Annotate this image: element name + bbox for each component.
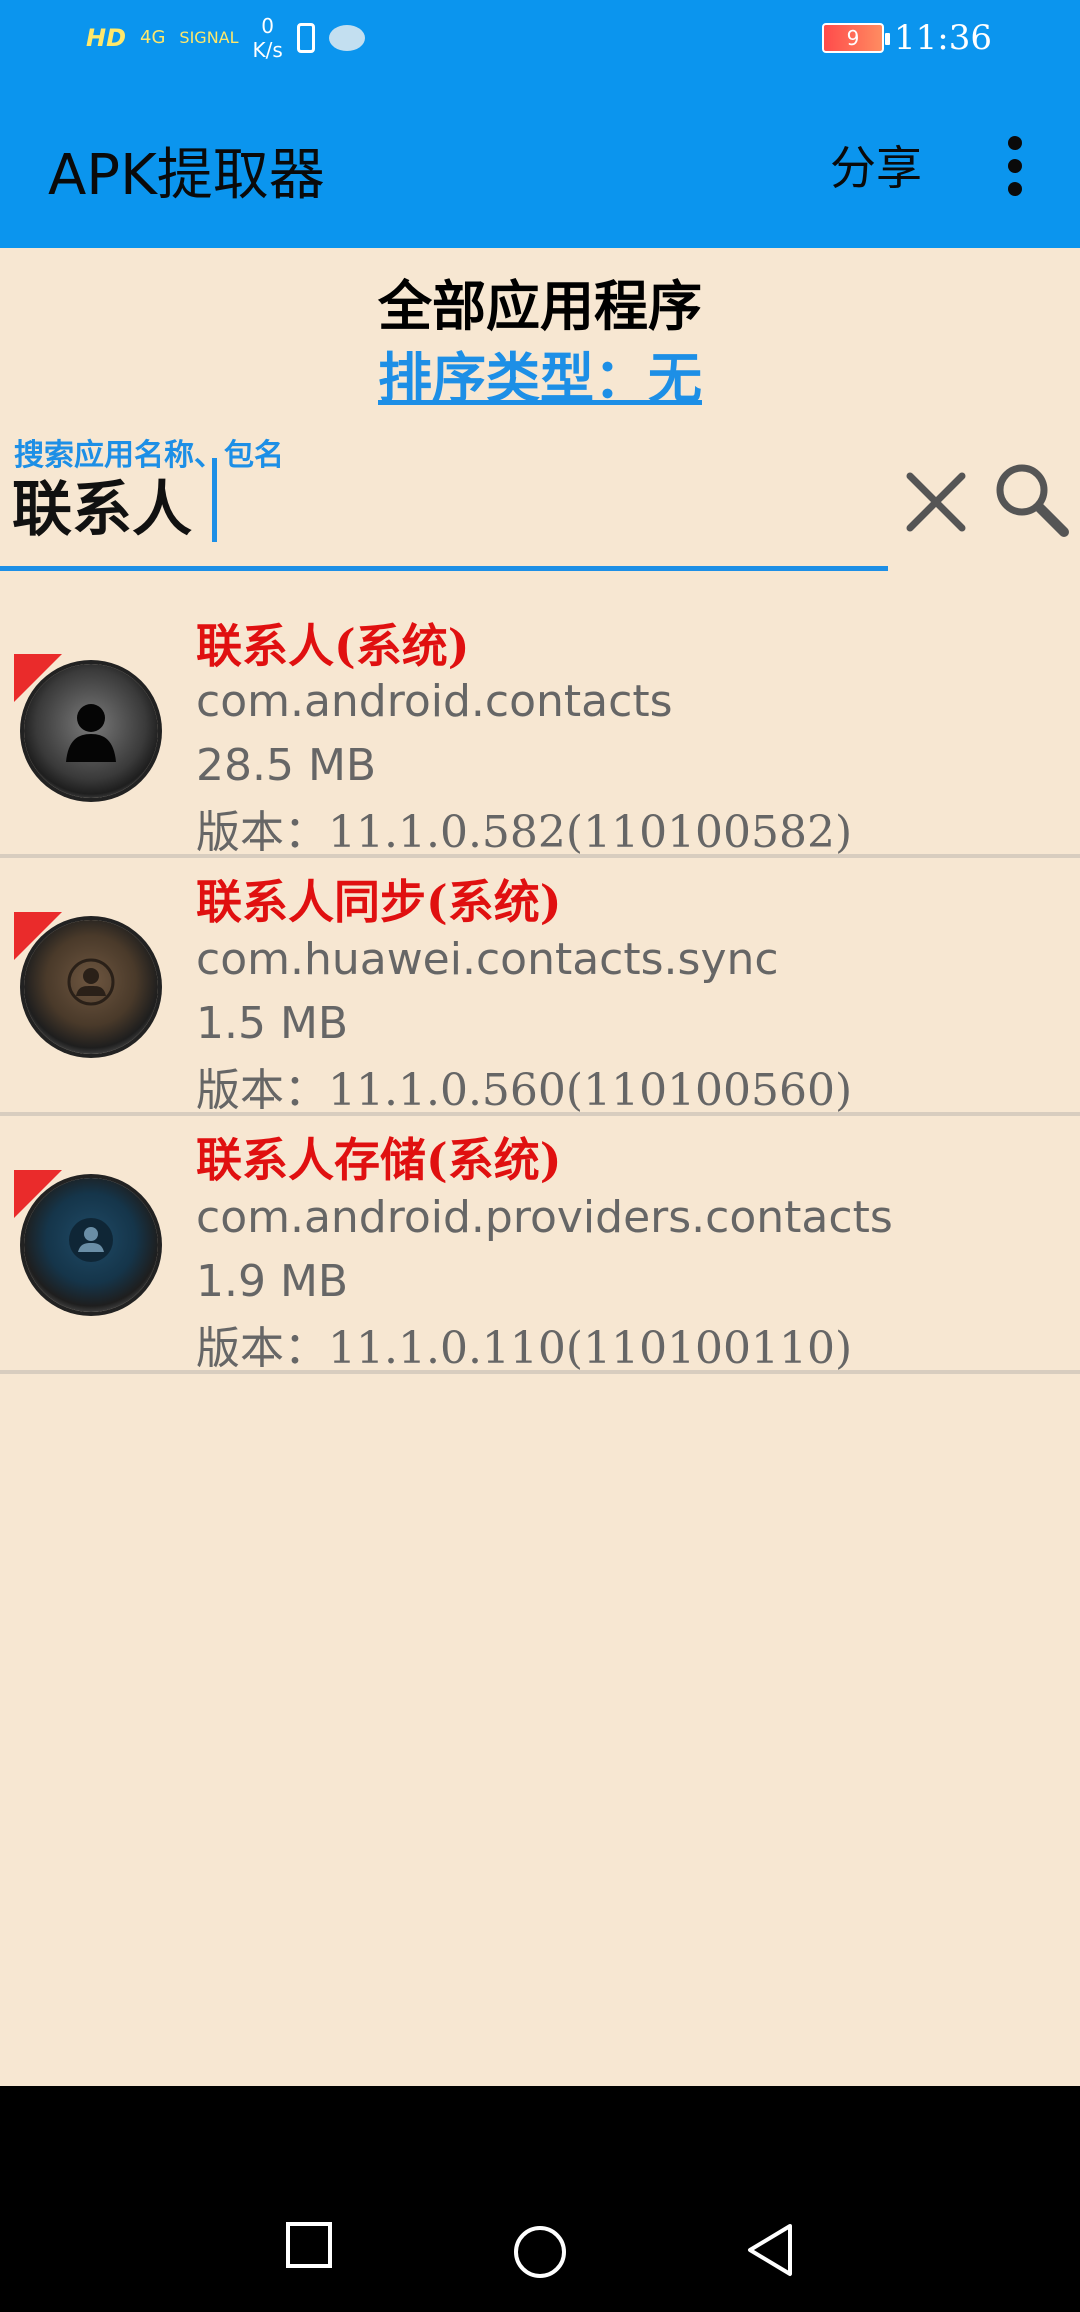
search-icon[interactable] <box>990 458 1070 538</box>
app-version: 版本：11.1.0.560(110100560) <box>196 1065 853 1116</box>
contacts-storage-app-icon <box>24 1178 158 1312</box>
triangle-back-icon[interactable] <box>744 2222 796 2278</box>
person-icon <box>69 1218 113 1262</box>
app-package: com.android.providers.contacts <box>196 1192 893 1243</box>
network-speed: 0 K/s <box>253 14 283 62</box>
network-speed-unit: K/s <box>252 38 283 62</box>
clock: 11:36 <box>894 18 992 58</box>
search-underline <box>0 566 888 571</box>
more-vert-icon[interactable] <box>1000 136 1030 196</box>
person-icon <box>66 704 116 762</box>
app-list-item[interactable]: 联系人存储(系统) com.android.providers.contacts… <box>0 1116 1080 1374</box>
signal-indicator: SIGNAL <box>179 28 239 47</box>
app-name: 联系人(系统) <box>196 619 470 673</box>
app-size: 1.9 MB <box>196 1256 349 1307</box>
phone-icon <box>296 23 315 53</box>
app-package: com.huawei.contacts.sync <box>196 934 779 985</box>
network-speed-value: 0 <box>261 14 275 38</box>
app-title: APK提取器 <box>48 143 325 208</box>
app-size: 28.5 MB <box>196 740 377 791</box>
hd-indicator: HD <box>86 24 127 52</box>
person-icon <box>67 958 115 1006</box>
battery-indicator: 9 <box>822 23 891 53</box>
network-type: 4G <box>140 27 166 48</box>
app-version: 版本：11.1.0.582(110100582) <box>196 807 853 858</box>
sort-type-link[interactable]: 排序类型：无 <box>0 334 1080 413</box>
wechat-icon <box>328 25 365 51</box>
square-icon[interactable] <box>284 2220 334 2270</box>
share-button[interactable]: 分享 <box>830 132 922 198</box>
app-list-item[interactable]: 联系人(系统) com.android.contacts 28.5 MB 版本：… <box>0 600 1080 858</box>
app-size: 1.5 MB <box>196 998 349 1049</box>
contacts-sync-app-icon <box>24 920 158 1054</box>
app-version: 版本：11.1.0.110(110100110) <box>196 1323 853 1374</box>
text-cursor <box>212 458 217 542</box>
app-name: 联系人同步(系统) <box>196 875 562 929</box>
page-title: 全部应用程序 <box>378 274 702 338</box>
app-package: com.android.contacts <box>196 676 673 727</box>
status-bar: HD 4G SIGNAL 0 K/s 9 11:36 <box>0 0 1080 80</box>
circle-icon[interactable] <box>512 2224 568 2280</box>
app-list-item[interactable]: 联系人同步(系统) com.huawei.contacts.sync 1.5 M… <box>0 858 1080 1116</box>
close-icon[interactable] <box>900 466 972 538</box>
app-name: 联系人存储(系统) <box>196 1133 562 1187</box>
contacts-app-icon <box>24 664 158 798</box>
app-header: HD 4G SIGNAL 0 K/s 9 11:36 APK提取器 分享 <box>0 0 1080 248</box>
search-input[interactable] <box>12 466 882 542</box>
